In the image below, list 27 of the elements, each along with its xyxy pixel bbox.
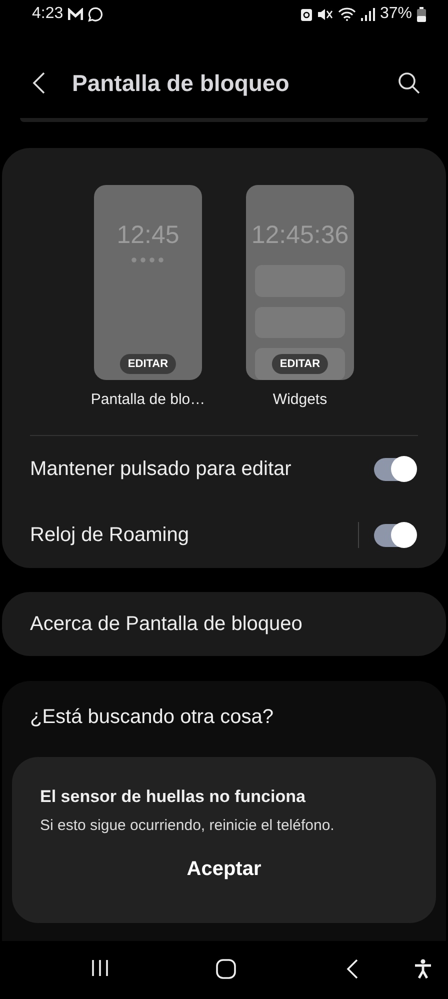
chat-icon (88, 6, 104, 22)
accessibility-icon[interactable] (414, 959, 432, 979)
back-button[interactable] (346, 959, 358, 979)
battery-icon (417, 6, 426, 22)
dialog-message: Si esto sigue ocurriendo, reinicie el teléfono. (40, 817, 336, 834)
mail-icon (68, 8, 84, 20)
preview-label: Widgets (272, 390, 328, 410)
edit-button[interactable]: EDITAR (120, 354, 176, 374)
home-button[interactable] (216, 959, 236, 979)
clock-time: 4:23 (32, 5, 64, 23)
section-heading: ¿Está buscando otra cosa? (30, 706, 274, 729)
preview-label: Pantalla de blo… (90, 390, 206, 410)
edit-button[interactable]: EDITAR (272, 354, 328, 374)
toggle-switch[interactable] (374, 524, 416, 546)
page-title: Pantalla de bloqueo (72, 70, 290, 96)
signal-icon (360, 8, 375, 20)
accept-button[interactable]: Aceptar (170, 852, 278, 887)
recent-apps-button[interactable] (91, 959, 109, 977)
wifi-icon (338, 7, 356, 21)
setting-label: Mantener pulsado para editar (30, 458, 292, 480)
mute-icon (316, 8, 333, 20)
dots-icon (131, 257, 165, 263)
battery-saver-icon (300, 8, 312, 20)
setting-label: Reloj de Roaming (30, 524, 190, 546)
toggle-switch[interactable] (374, 458, 416, 480)
battery-percent: 37% (380, 5, 412, 23)
dialog-title: El sensor de huellas no funciona (40, 787, 306, 807)
